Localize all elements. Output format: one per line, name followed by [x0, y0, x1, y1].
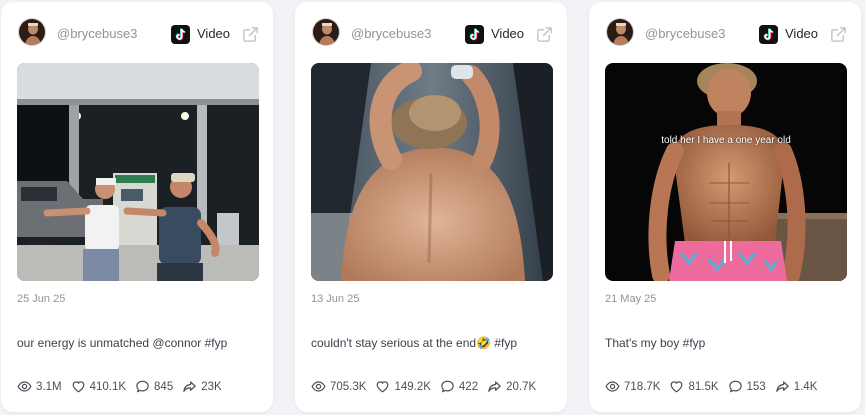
video-card[interactable]: @brycebuse3 Video — [295, 2, 567, 412]
comment-icon — [135, 379, 150, 394]
video-card[interactable]: @brycebuse3 Video — [589, 2, 861, 412]
video-card[interactable]: @brycebuse3 Video — [1, 2, 273, 412]
avatar — [606, 18, 634, 46]
tiktok-icon — [465, 25, 484, 44]
platform-label: Video — [491, 26, 525, 41]
post-date: 13 Jun 25 — [311, 293, 360, 305]
views-count: 718.7K — [624, 380, 661, 393]
share-icon — [182, 379, 197, 394]
account-handle[interactable]: @brycebuse3 — [351, 26, 431, 41]
avatar — [312, 18, 340, 46]
shares-stat: 1.4K — [775, 379, 818, 394]
eye-icon — [311, 379, 326, 394]
stats-row: 718.7K 81.5K 153 1.4K — [605, 379, 826, 394]
platform-label: Video — [197, 26, 231, 41]
video-thumbnail[interactable] — [311, 63, 553, 281]
comments-count: 422 — [458, 380, 479, 393]
shares-count: 23K — [201, 380, 222, 393]
eye-icon — [17, 379, 32, 394]
comments-stat: 153 — [728, 379, 766, 394]
stats-row: 705.3K 149.2K 422 20.7K — [311, 379, 545, 394]
external-link-icon[interactable] — [829, 25, 848, 44]
account-handle[interactable]: @brycebuse3 — [57, 26, 137, 41]
likes-count: 81.5K — [688, 380, 719, 393]
video-thumbnail[interactable] — [17, 63, 259, 281]
video-thumbnail[interactable]: told her I have a one year old — [605, 63, 847, 281]
likes-count: 149.2K — [394, 380, 431, 393]
platform-label: Video — [785, 26, 819, 41]
comment-icon — [728, 379, 743, 394]
likes-stat: 149.2K — [375, 379, 431, 394]
comment-icon — [440, 379, 455, 394]
share-icon — [775, 379, 790, 394]
post-caption: That's my boy #fyp — [605, 336, 706, 350]
post-caption: our energy is unmatched @connor #fyp — [17, 336, 228, 350]
comments-count: 845 — [154, 380, 174, 393]
account-handle[interactable]: @brycebuse3 — [645, 26, 725, 41]
external-link-icon[interactable] — [241, 25, 260, 44]
shares-count: 20.7K — [506, 380, 537, 393]
comments-stat: 422 — [440, 379, 478, 394]
share-icon — [487, 379, 502, 394]
views-count: 3.1M — [36, 380, 62, 393]
shares-stat: 23K — [182, 379, 222, 394]
likes-count: 410.1K — [89, 380, 127, 393]
eye-icon — [605, 379, 620, 394]
tiktok-icon — [759, 25, 778, 44]
tiktok-icon — [171, 25, 190, 44]
stats-row: 3.1M 410.1K 845 23K — [17, 379, 231, 394]
views-count: 705.3K — [330, 380, 367, 393]
post-date: 21 May 25 — [605, 293, 657, 305]
likes-stat: 410.1K — [71, 379, 126, 394]
views-stat: 718.7K — [605, 379, 660, 394]
views-stat: 3.1M — [17, 379, 62, 394]
comments-stat: 845 — [135, 379, 173, 394]
views-stat: 705.3K — [311, 379, 366, 394]
heart-icon — [669, 379, 684, 394]
likes-stat: 81.5K — [669, 379, 719, 394]
heart-icon — [71, 379, 86, 394]
video-overlay-text: told her I have a one year old — [661, 135, 791, 146]
post-caption: couldn't stay serious at the end🤣 #fyp — [311, 336, 518, 350]
comments-count: 153 — [746, 380, 766, 393]
post-date: 25 Jun 25 — [17, 293, 66, 305]
heart-icon — [375, 379, 390, 394]
shares-stat: 20.7K — [487, 379, 536, 394]
external-link-icon[interactable] — [535, 25, 554, 44]
avatar — [18, 18, 46, 46]
shares-count: 1.4K — [793, 380, 818, 393]
